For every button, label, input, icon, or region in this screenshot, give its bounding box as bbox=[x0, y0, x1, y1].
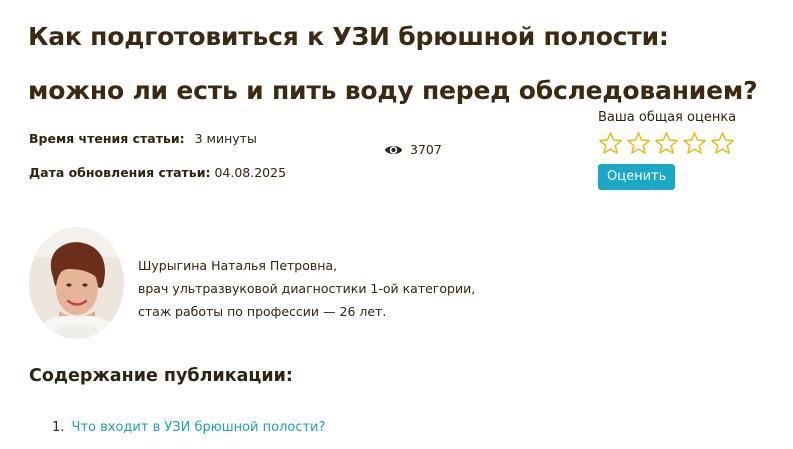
toc-list: 1. Что входит в УЗИ брюшной полости? bbox=[52, 420, 325, 435]
update-date-label: Дата обновления статьи: bbox=[29, 165, 211, 180]
reading-time-value: 3 минуты bbox=[194, 131, 257, 146]
toc-item: 1. Что входит в УЗИ брюшной полости? bbox=[52, 420, 325, 435]
update-date: Дата обновления статьи: 04.08.2025 bbox=[29, 165, 286, 180]
toc-title: Содержание публикации: bbox=[29, 366, 293, 386]
update-date-value: 04.08.2025 bbox=[214, 165, 287, 180]
reading-time: Время чтения статьи: 3 минуты bbox=[29, 131, 257, 146]
rating-label: Ваша общая оценка bbox=[598, 110, 737, 125]
star-outline-icon[interactable] bbox=[598, 131, 623, 156]
rating-stars bbox=[598, 131, 736, 156]
toc-item-number: 1. bbox=[52, 420, 65, 435]
article-title: Как подготовиться к УЗИ брюшной полости:… bbox=[28, 22, 758, 105]
toc-item-link[interactable]: Что входит в УЗИ брюшной полости? bbox=[72, 420, 326, 435]
star-outline-icon[interactable] bbox=[682, 131, 707, 156]
eye-icon bbox=[384, 143, 410, 157]
views-counter: 3707 bbox=[384, 142, 442, 157]
author-info: Шурыгина Наталья Петровна, врач ультразв… bbox=[138, 254, 475, 323]
reading-time-label: Время чтения статьи: bbox=[29, 131, 185, 146]
author-experience: стаж работы по профессии — 26 лет. bbox=[138, 304, 387, 319]
rate-button[interactable]: Оценить bbox=[598, 164, 676, 190]
star-outline-icon[interactable] bbox=[626, 131, 651, 156]
author-name: Шурыгина Наталья Петровна, bbox=[138, 258, 338, 273]
star-outline-icon[interactable] bbox=[654, 131, 679, 156]
author-avatar bbox=[29, 227, 124, 339]
author-position: врач ультразвуковой диагностики 1-ой кат… bbox=[138, 281, 476, 296]
rating-widget: Ваша общая оценка Оценить bbox=[598, 110, 736, 190]
star-outline-icon[interactable] bbox=[710, 131, 735, 156]
views-count: 3707 bbox=[410, 142, 442, 157]
